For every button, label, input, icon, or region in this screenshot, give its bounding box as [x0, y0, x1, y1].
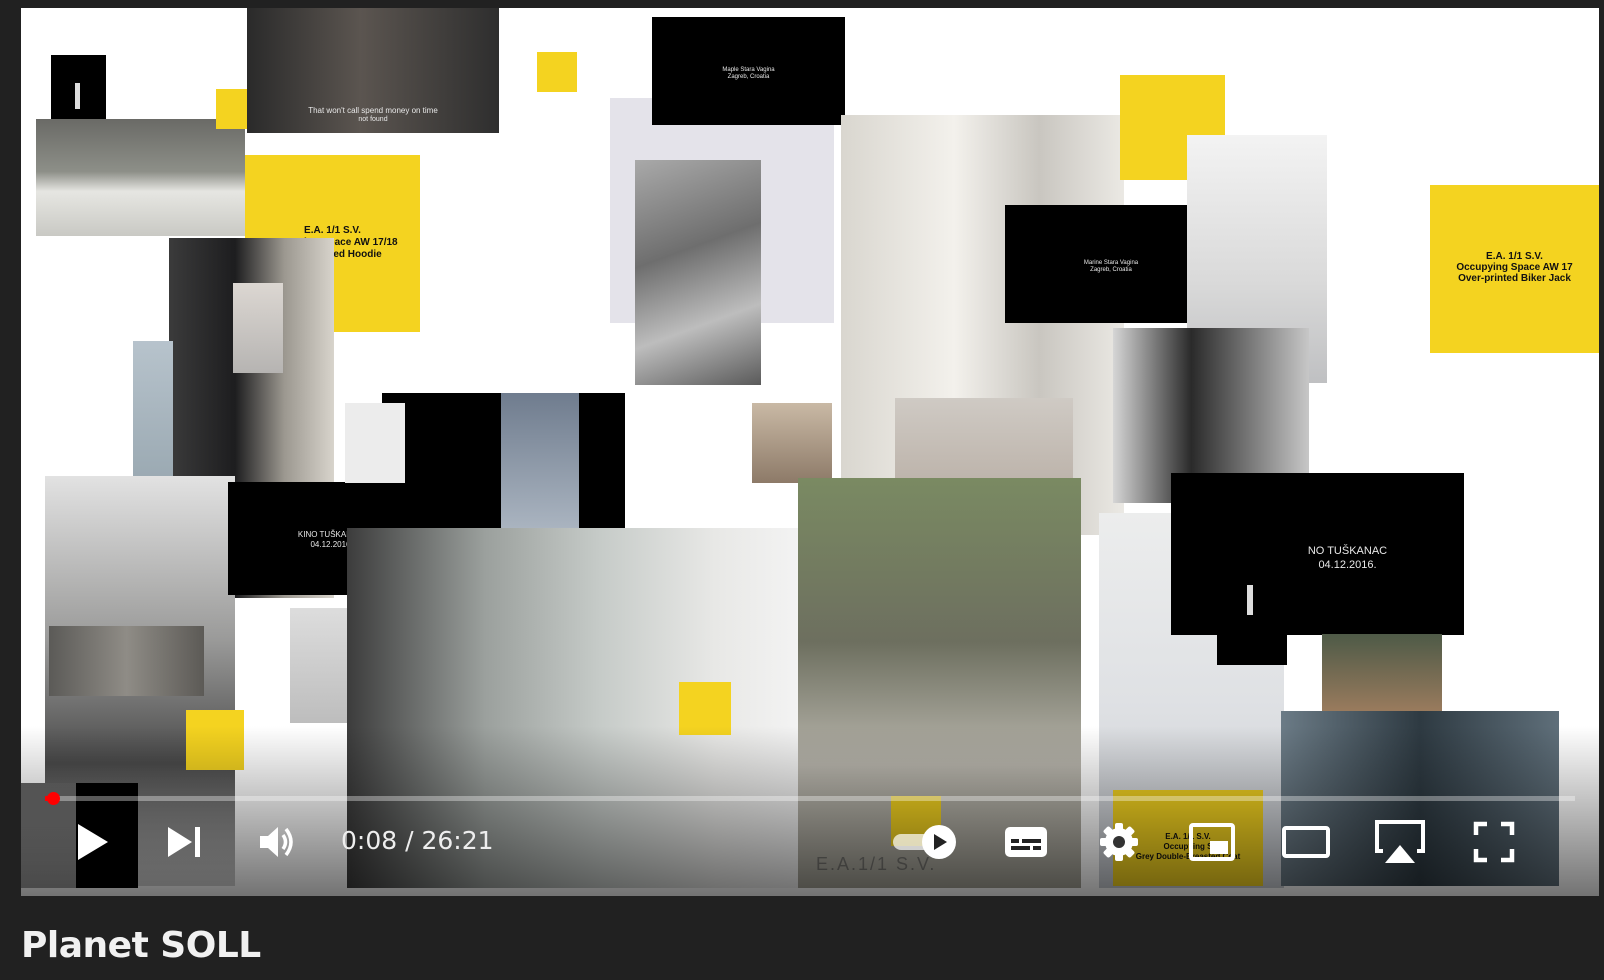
- photo-tile-figure-stage: [1217, 540, 1287, 665]
- yellow-square: [537, 52, 577, 92]
- location-text: Maple Stara Vagina Zagreb, Croatia: [722, 67, 775, 80]
- subtitle-text-line2: not found: [358, 116, 388, 123]
- airplay-button[interactable]: [1373, 818, 1427, 866]
- volume-button[interactable]: [254, 818, 300, 866]
- airplay-icon: [1375, 820, 1425, 863]
- photo-tile-gravel: [635, 160, 761, 385]
- card-line: E.A. 1/1 S.V.: [1486, 251, 1543, 262]
- photo-tile-trees: [36, 119, 245, 236]
- miniplayer-button[interactable]: [1186, 818, 1238, 866]
- video-title: Planet SOLL: [21, 925, 261, 966]
- miniplayer-icon: [1189, 823, 1235, 861]
- card-line: E.A. 1/1 S.V.: [304, 225, 361, 236]
- photo-tile-model: [233, 283, 283, 373]
- volume-icon: [260, 827, 293, 857]
- next-button[interactable]: [161, 818, 207, 866]
- gear-icon: [1100, 823, 1138, 861]
- photo-tile-stage: [501, 393, 579, 529]
- subtitle-text: That won't call spend money on time: [308, 106, 438, 115]
- play-icon: [78, 824, 108, 860]
- progress-scrubber[interactable]: [46, 792, 60, 805]
- yellow-square: [679, 682, 731, 735]
- card-line: Over-printed Biker Jack: [1458, 273, 1571, 284]
- current-time: 0:08: [341, 826, 398, 855]
- theater-mode-button[interactable]: [1279, 818, 1333, 866]
- time-display: 0:08 / 26:21: [341, 826, 494, 855]
- next-icon: [168, 827, 200, 857]
- autoplay-toggle-icon: [893, 825, 956, 859]
- kino-title: NO TUŠKANAC: [1307, 545, 1388, 557]
- yellow-square: [186, 710, 244, 770]
- location-card-2: Marine Stara Vagina Zagreb, Croatia: [1005, 205, 1217, 323]
- time-separator: /: [397, 826, 422, 855]
- card-line: Occupying Space AW 17: [1456, 262, 1573, 273]
- photo-tile-man-headphones: [1322, 634, 1442, 714]
- photo-tile-man-face: [752, 403, 832, 483]
- location-text: Marine Stara Vagina Zagreb, Croatia: [1083, 260, 1139, 273]
- photo-tile-branches: [49, 626, 204, 696]
- captions-button[interactable]: [1000, 818, 1052, 866]
- yellow-card-biker-jacket: E.A. 1/1 S.V. Occupying Space AW 17 Over…: [1430, 185, 1599, 353]
- captions-icon: [1005, 827, 1047, 857]
- theater-mode-icon: [1282, 826, 1330, 858]
- photo-tile-figure-small: [51, 55, 106, 119]
- settings-button[interactable]: [1093, 818, 1145, 866]
- kino-card-2: NO TUŠKANAC 04.12.2016.: [1171, 473, 1464, 635]
- kino-date: 04.12.2016.: [1318, 559, 1377, 571]
- location-card-1: Maple Stara Vagina Zagreb, Croatia: [652, 17, 845, 125]
- photo-tile-grey-wall: [345, 403, 405, 483]
- play-button[interactable]: [69, 818, 115, 866]
- autoplay-toggle[interactable]: [891, 818, 961, 866]
- photo-tile-seated: [290, 608, 350, 723]
- video-player[interactable]: That won't call spend money on time not …: [21, 8, 1599, 896]
- total-time: 26:21: [421, 826, 494, 855]
- fullscreen-icon: [1473, 821, 1515, 863]
- progress-bar[interactable]: [45, 792, 1575, 805]
- fullscreen-button[interactable]: [1469, 818, 1519, 866]
- photo-tile-portrait-woman: That won't call spend money on time not …: [247, 8, 499, 133]
